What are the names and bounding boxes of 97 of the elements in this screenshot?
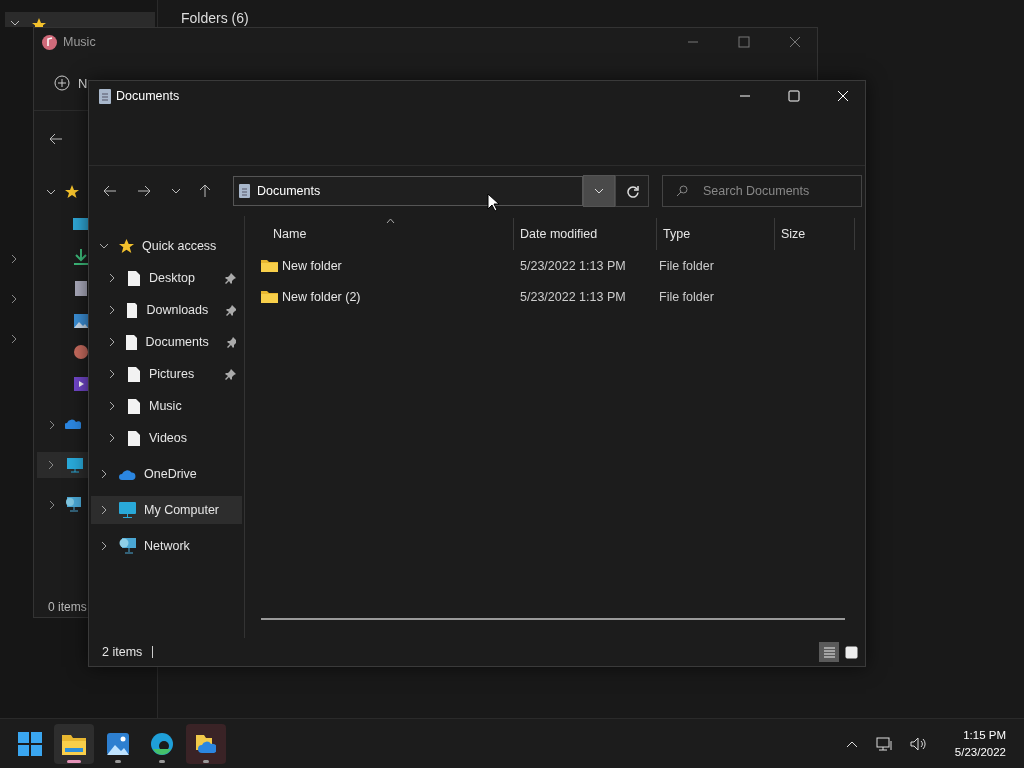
network-icon[interactable] [875,736,892,751]
sidebar-item[interactable]: Music [91,392,242,420]
mouse-cursor-icon [487,193,499,212]
windows-icon [18,731,42,756]
file-explorer-button[interactable] [54,723,94,764]
music-icon [74,345,88,359]
chevron-icon [107,369,117,379]
sidebar-item[interactable]: Quick access [91,232,242,260]
folder-button[interactable] [186,723,226,764]
chevron-icon [10,19,20,27]
star-icon [65,185,79,199]
clock-date[interactable]: 5/23/2022 [954,743,1006,761]
chevron-icon [10,334,18,344]
square-icon [844,645,858,659]
file-row[interactable]: New folder 5/23/2022 1:13 PM File folder [261,250,865,281]
document-icon [99,88,111,104]
status-text: 2 items [102,645,143,659]
page-icon [126,334,137,350]
page-icon [126,302,138,318]
computer-icon [67,457,83,473]
chevron-icon [594,187,604,195]
sidebar-item[interactable]: Network [91,532,242,560]
chevron-icon [107,337,116,347]
network-icon [119,538,136,554]
document-icon [75,281,87,296]
column-header[interactable]: Name [261,218,514,250]
date-cell-text: 5/23/2022 1:13 PM [519,289,627,304]
file-row[interactable]: New folder (2) 5/23/2022 1:13 PM File folder [261,281,865,312]
sidebar-item[interactable] [37,452,89,478]
star-icon [32,18,46,27]
chevron-icon [10,254,18,264]
sidebar-item[interactable]: Documents [91,328,242,356]
chevron-up-icon[interactable] [845,739,858,748]
column-header[interactable]: Size [775,218,855,250]
section-header: Folders (6) [181,10,249,26]
chevron-icon [10,294,18,304]
page-icon [128,398,140,414]
clock-time[interactable]: 1:15 PM [963,726,1006,744]
scrollbar[interactable] [261,618,845,620]
photo-icon [107,732,129,755]
network-icon [65,497,81,512]
search-icon [676,185,688,197]
file-name: New folder [282,258,342,273]
back-arrow-icon[interactable] [49,133,63,145]
sidebar-item[interactable]: My Computer [91,496,242,524]
sidebar-item[interactable]: Downloads [91,296,242,324]
window-title: Music [63,35,96,49]
date-cell-text: 5/23/2022 1:13 PM [519,258,627,273]
sidebar-item[interactable]: Pictures [91,360,242,388]
chevron-icon [48,500,56,510]
browser-icon [151,732,173,755]
up-arrow-icon[interactable] [199,184,211,198]
refresh-icon [625,184,639,198]
forward-arrow-icon[interactable] [137,185,151,197]
chevron-icon [107,401,117,411]
cloud-icon [119,468,136,480]
refresh-button[interactable] [615,175,649,207]
folder-icon [62,732,86,755]
status-text: 0 items [48,600,87,614]
back-arrow-icon[interactable] [103,185,117,197]
chevron-icon [48,420,56,430]
file-name: New folder (2) [282,289,361,304]
type-cell-text: File folder [658,289,715,304]
page-icon [128,270,140,286]
sidebar-item[interactable] [5,12,155,27]
chevron-icon [47,460,55,470]
list-icon [822,645,836,659]
chevron-icon [107,433,117,443]
chevron-icon [107,305,116,315]
search-field[interactable]: Search Documents [662,175,862,207]
video-icon [74,377,88,391]
chevron-icon [107,273,117,283]
download-icon [74,249,88,265]
desktop-icon [73,218,89,230]
computer-icon [119,502,136,518]
folder-icon [261,259,278,272]
cloud-icon [65,419,81,429]
chevron-icon[interactable] [171,187,181,195]
document-icon [239,184,250,198]
music-icon [42,34,57,50]
sidebar-item[interactable]: Desktop [91,264,242,292]
star-icon [119,238,134,254]
column-header[interactable]: Type [657,218,775,250]
picture-icon [74,314,88,328]
page-icon [128,366,140,382]
chevron-icon [46,188,56,196]
page-icon [128,430,140,446]
new-button[interactable]: N [54,75,88,91]
address-field[interactable]: Documents [233,176,583,206]
column-header[interactable]: Date modified [514,218,657,250]
volume-icon[interactable] [909,736,927,751]
folder-icon [261,290,278,303]
cloud-folder-icon [196,732,216,755]
window-title: Documents [116,89,180,103]
sidebar-item[interactable]: OneDrive [91,460,242,488]
sidebar-item[interactable]: Videos [91,424,242,452]
type-cell-text: File folder [658,258,715,273]
